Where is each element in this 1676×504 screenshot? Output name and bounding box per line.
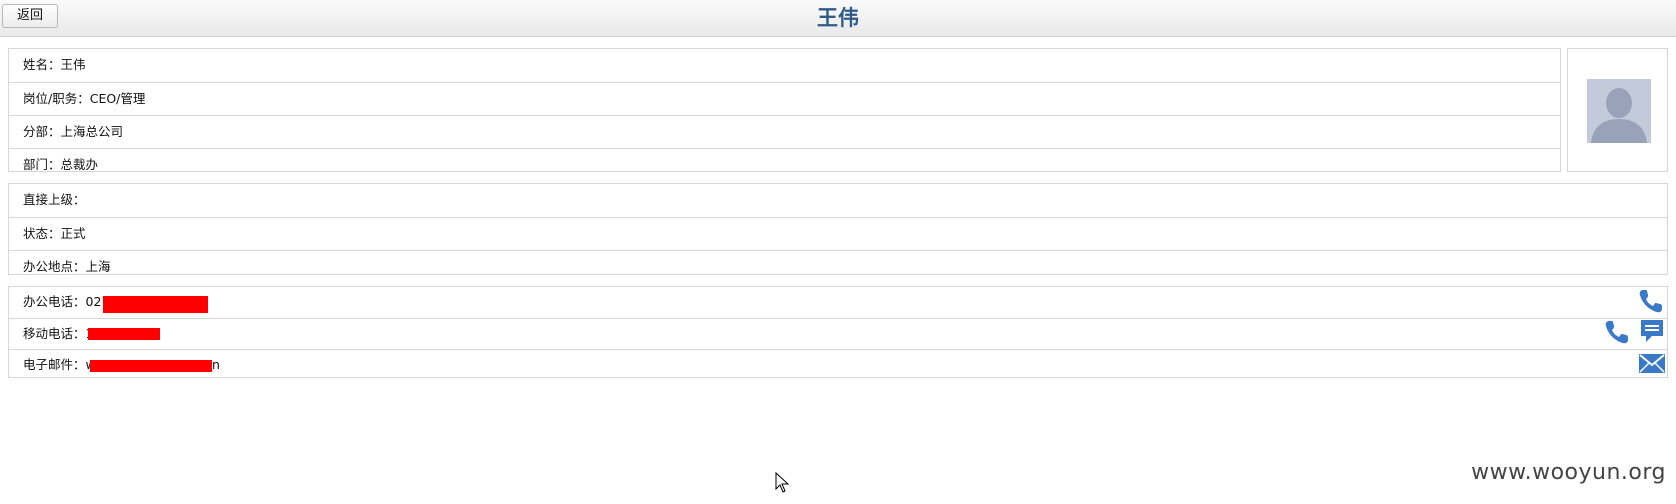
location-row: 办公地点：上海 [9, 250, 1667, 275]
profile-panel: 姓名：王伟 岗位/职务：CEO/管理 分部：上海总公司 部门：总裁办 [8, 48, 1561, 172]
name-value: 王伟 [60, 57, 86, 72]
position-label: 岗位/职务： [23, 91, 90, 106]
watermark-text: www.wooyun.org [1471, 460, 1666, 485]
office-phone-label: 办公电话： [23, 294, 86, 309]
avatar-silhouette-icon [1587, 79, 1651, 143]
manager-label: 直接上级： [23, 192, 86, 207]
email-redaction [90, 360, 212, 372]
department-label: 部门： [23, 157, 61, 172]
branch-value: 上海总公司 [60, 124, 124, 139]
email-tail: n [212, 357, 220, 372]
email-label: 电子邮件： [23, 357, 86, 372]
mail-icon[interactable] [1638, 349, 1666, 377]
manager-row: 直接上级： [9, 184, 1667, 217]
mobile-call-icon[interactable] [1603, 318, 1631, 346]
mobile-redaction [88, 328, 160, 340]
name-row: 姓名：王伟 [9, 49, 1560, 82]
department-row: 部门：总裁办 [9, 148, 1560, 172]
status-value: 正式 [60, 226, 86, 241]
top-bar: 返回 王伟 [0, 0, 1676, 37]
photo-frame [1567, 48, 1668, 172]
name-label: 姓名： [23, 57, 61, 72]
status-row: 状态：正式 [9, 217, 1667, 250]
location-label: 办公地点： [23, 259, 86, 274]
mobile-row: 移动电话：1 [9, 318, 1667, 349]
branch-label: 分部： [23, 124, 61, 139]
avatar [1587, 79, 1651, 143]
status-label: 状态： [23, 226, 61, 241]
contact-panel: 办公电话：021 移动电话：1 电子邮件：wn [8, 286, 1668, 378]
office-phone-redaction [103, 296, 208, 313]
office-phone-row: 办公电话：021 [9, 287, 1667, 318]
email-row: 电子邮件：wn [9, 349, 1667, 378]
branch-row: 分部：上海总公司 [9, 115, 1560, 148]
position-value: CEO/管理 [89, 91, 146, 106]
message-icon[interactable] [1638, 317, 1666, 345]
org-panel: 直接上级： 状态：正式 办公地点：上海 [8, 183, 1668, 275]
position-row: 岗位/职务：CEO/管理 [9, 82, 1560, 115]
department-value: 总裁办 [60, 157, 99, 172]
location-value: 上海 [85, 259, 111, 274]
office-call-icon[interactable] [1637, 287, 1665, 315]
page-title: 王伟 [817, 6, 859, 30]
mouse-cursor-icon [775, 471, 791, 494]
mobile-label: 移动电话： [23, 326, 86, 341]
